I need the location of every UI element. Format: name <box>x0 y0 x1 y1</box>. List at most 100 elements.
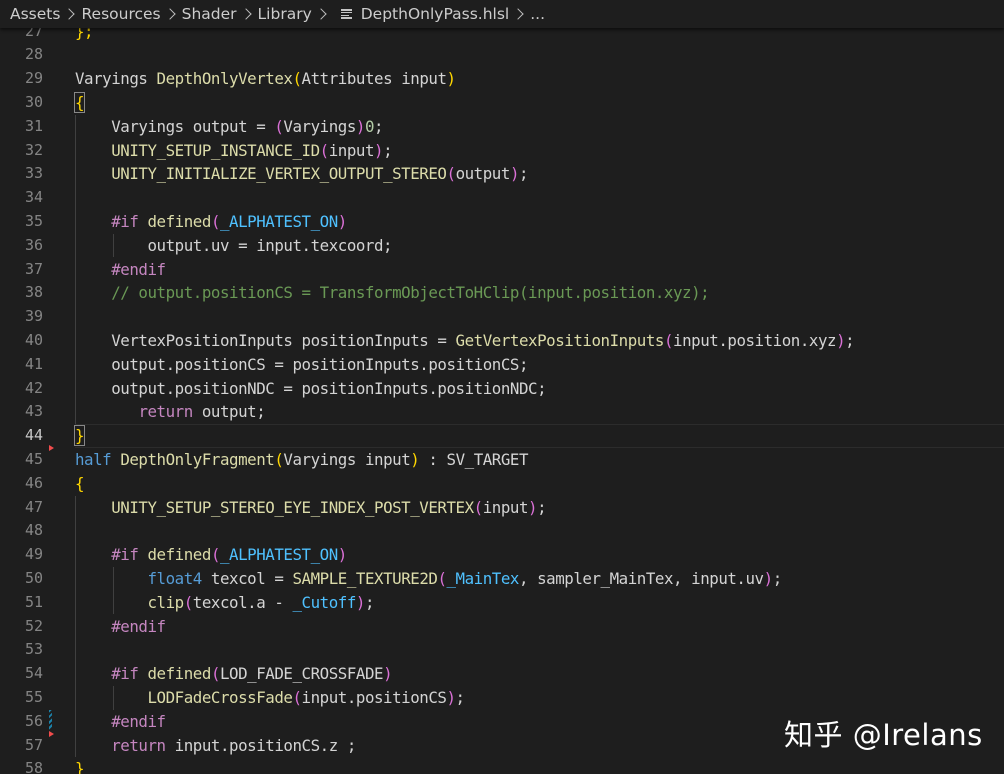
code-text[interactable]: VertexPositionInputs positionInputs = Ge… <box>75 329 854 353</box>
code-text[interactable]: UNITY_INITIALIZE_VERTEX_OUTPUT_STEREO(ou… <box>75 162 528 186</box>
code-text[interactable]: #endif <box>75 258 166 282</box>
line-number[interactable]: 51 <box>0 591 43 615</box>
code-line[interactable]: 50 float4 texcol = SAMPLE_TEXTURE2D(_Mai… <box>0 567 1004 591</box>
breadcrumb-shader[interactable]: Shader <box>182 5 237 23</box>
code-line[interactable]: 58} <box>0 757 1004 774</box>
breadcrumb-more[interactable]: ... <box>530 5 545 23</box>
code-line[interactable]: 53 <box>0 638 1004 662</box>
code-line[interactable]: 42 output.positionNDC = positionInputs.p… <box>0 377 1004 401</box>
line-number[interactable]: 55 <box>0 686 43 710</box>
code-text[interactable]: } <box>75 757 85 774</box>
breadcrumb-library[interactable]: Library <box>258 5 312 23</box>
code-line[interactable]: 32 UNITY_SETUP_INSTANCE_ID(input); <box>0 139 1004 163</box>
code-line[interactable]: 54 #if defined(LOD_FADE_CROSSFADE) <box>0 662 1004 686</box>
code-line[interactable]: 43 return output; <box>0 400 1004 424</box>
line-number[interactable]: 29 <box>0 67 43 91</box>
code-line[interactable]: 39 <box>0 305 1004 329</box>
line-number[interactable]: 53 <box>0 638 43 662</box>
line-number[interactable]: 39 <box>0 305 43 329</box>
line-number[interactable]: 58 <box>0 757 43 774</box>
code-token: output.uv = input.texcoord; <box>75 235 393 255</box>
code-text[interactable]: float4 texcol = SAMPLE_TEXTURE2D(_MainTe… <box>75 567 782 591</box>
code-text[interactable]: UNITY_SETUP_STEREO_EYE_INDEX_POST_VERTEX… <box>75 496 546 520</box>
line-number[interactable]: 49 <box>0 543 43 567</box>
code-line[interactable]: 48 <box>0 519 1004 543</box>
code-token: output; <box>192 402 266 422</box>
code-line[interactable]: 51 clip(texcol.a - _Cutoff); <box>0 591 1004 615</box>
line-number[interactable]: 35 <box>0 210 43 234</box>
code-editor[interactable]: 27}; 28 29 Varyings DepthOnlyVertex(Attribu… <box>0 0 1004 774</box>
line-number[interactable]: 57 <box>0 734 43 758</box>
line-number[interactable]: 41 <box>0 353 43 377</box>
code-text[interactable]: return output; <box>75 400 265 424</box>
line-number[interactable]: 31 <box>0 115 43 139</box>
code-text[interactable]: #endif <box>75 710 166 734</box>
code-line[interactable]: 44} <box>0 424 1004 448</box>
code-text[interactable]: { <box>75 472 85 496</box>
code-line[interactable]: 55 LODFadeCrossFade(input.positionCS); <box>0 686 1004 710</box>
line-number[interactable]: 28 <box>0 43 43 67</box>
code-line[interactable]: 29 Varyings DepthOnlyVertex(Attributes in… <box>0 67 1004 91</box>
line-number[interactable]: 52 <box>0 615 43 639</box>
line-number[interactable]: 54 <box>0 662 43 686</box>
line-number[interactable]: 37 <box>0 258 43 282</box>
code-text[interactable]: output.positionNDC = positionInputs.posi… <box>75 377 546 401</box>
modified-lines-marker[interactable] <box>49 709 52 731</box>
code-text[interactable]: LODFadeCrossFade(input.positionCS); <box>75 686 465 710</box>
code-line[interactable]: 38 // output.positionCS = TransformObjec… <box>0 281 1004 305</box>
code-text[interactable]: return input.positionCS.z ; <box>75 734 356 758</box>
line-number[interactable]: 47 <box>0 496 43 520</box>
line-number[interactable]: 50 <box>0 567 43 591</box>
line-number[interactable]: 56 <box>0 710 43 734</box>
code-text[interactable]: half DepthOnlyFragment(Varyings input) :… <box>75 448 529 472</box>
code-line[interactable]: 30 { <box>0 91 1004 115</box>
line-number[interactable]: 30 <box>0 91 43 115</box>
code-line[interactable]: 34 <box>0 186 1004 210</box>
line-number[interactable]: 36 <box>0 234 43 258</box>
code-line[interactable]: 49 #if defined(_ALPHATEST_ON) <box>0 543 1004 567</box>
code-line[interactable]: 33 UNITY_INITIALIZE_VERTEX_OUTPUT_STEREO… <box>0 162 1004 186</box>
line-number[interactable]: 43 <box>0 400 43 424</box>
code-text[interactable]: Varyings DepthOnlyVertex(Attributes inpu… <box>75 67 456 91</box>
line-number[interactable]: 33 <box>0 162 43 186</box>
code-token: ( <box>437 568 447 588</box>
breadcrumb-resources[interactable]: Resources <box>81 5 160 23</box>
deleted-lines-marker[interactable] <box>49 444 54 451</box>
code-text[interactable]: // output.positionCS = TransformObjectTo… <box>75 281 709 305</box>
code-line[interactable]: 40 VertexPositionInputs positionInputs =… <box>0 329 1004 353</box>
code-line[interactable]: 45 half DepthOnlyFragment(Varyings input)… <box>0 448 1004 472</box>
code-text[interactable]: #if defined(LOD_FADE_CROSSFADE) <box>75 662 392 686</box>
code-text[interactable]: #if defined(_ALPHATEST_ON) <box>75 543 347 567</box>
code-line[interactable]: 36 output.uv = input.texcoord; <box>0 234 1004 258</box>
code-text[interactable]: Varyings output = (Varyings)0; <box>75 115 383 139</box>
line-number[interactable]: 46 <box>0 472 43 496</box>
code-text[interactable]: #endif <box>75 615 166 639</box>
line-number[interactable]: 44 <box>0 424 43 448</box>
code-line[interactable]: 28 <box>0 43 1004 67</box>
code-line[interactable]: 41 output.positionCS = positionInputs.po… <box>0 353 1004 377</box>
code-text[interactable]: { <box>73 91 86 115</box>
code-text[interactable]: output.positionCS = positionInputs.posit… <box>75 353 528 377</box>
line-number[interactable]: 38 <box>0 281 43 305</box>
code-line[interactable]: 46 { <box>0 472 1004 496</box>
line-number[interactable]: 48 <box>0 519 43 543</box>
deleted-lines-marker[interactable] <box>49 730 54 737</box>
breadcrumb-assets[interactable]: Assets <box>10 5 60 23</box>
code-line[interactable]: 37 #endif <box>0 258 1004 282</box>
line-number[interactable]: 32 <box>0 139 43 163</box>
line-number[interactable]: 40 <box>0 329 43 353</box>
code-text[interactable]: } <box>73 424 86 448</box>
code-line[interactable]: 52 #endif <box>0 615 1004 639</box>
code-line[interactable]: 31 Varyings output = (Varyings)0; <box>0 115 1004 139</box>
code-line[interactable]: 35 #if defined(_ALPHATEST_ON) <box>0 210 1004 234</box>
code-text[interactable]: clip(texcol.a - _Cutoff); <box>75 591 374 615</box>
code-text[interactable]: UNITY_SETUP_INSTANCE_ID(input); <box>75 139 392 163</box>
breadcrumb[interactable]: Assets Resources Shader Library DepthOnl… <box>0 0 1004 28</box>
breadcrumb-file[interactable]: DepthOnlyPass.hlsl <box>361 5 509 23</box>
line-number[interactable]: 42 <box>0 377 43 401</box>
line-number[interactable]: 34 <box>0 186 43 210</box>
line-number[interactable]: 45 <box>0 448 43 472</box>
code-text[interactable]: #if defined(_ALPHATEST_ON) <box>75 210 347 234</box>
code-line[interactable]: 47 UNITY_SETUP_STEREO_EYE_INDEX_POST_VER… <box>0 496 1004 520</box>
code-text[interactable]: output.uv = input.texcoord; <box>75 234 392 258</box>
